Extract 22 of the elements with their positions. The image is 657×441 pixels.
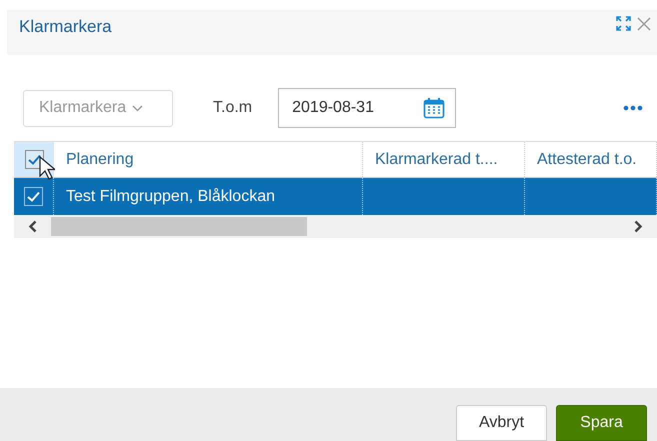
chevron-left-icon[interactable]	[28, 220, 37, 233]
action-dropdown[interactable]: Klarmarkera	[23, 90, 173, 126]
date-label: T.o.m	[213, 98, 252, 118]
checkbox[interactable]	[24, 187, 43, 206]
horizontal-scrollbar[interactable]	[14, 215, 657, 238]
window-title: Klarmarkera	[19, 16, 112, 38]
chevron-right-icon[interactable]	[634, 220, 643, 233]
table-cell-text: Test Filmgruppen, Blåklockan	[66, 186, 275, 206]
save-button[interactable]: Spara	[556, 405, 647, 441]
scrollbar-thumb[interactable]	[51, 217, 308, 236]
table-row[interactable]: Test Filmgruppen, Blåklockan	[14, 178, 657, 215]
chevron-down-icon	[132, 104, 144, 112]
expand-icon[interactable]	[616, 16, 631, 31]
cursor-icon	[39, 156, 55, 180]
date-field[interactable]: 2019-08-31	[278, 88, 456, 128]
column-header[interactable]: Planering	[54, 142, 363, 177]
more-icon[interactable]	[623, 105, 643, 111]
close-icon[interactable]	[637, 16, 651, 30]
column-header[interactable]: Klarmarkerad t....	[363, 142, 525, 177]
column-header[interactable]: Attesterad t.o.	[525, 142, 657, 177]
calendar-icon[interactable]	[423, 97, 446, 119]
cancel-button[interactable]: Avbryt	[456, 405, 547, 441]
